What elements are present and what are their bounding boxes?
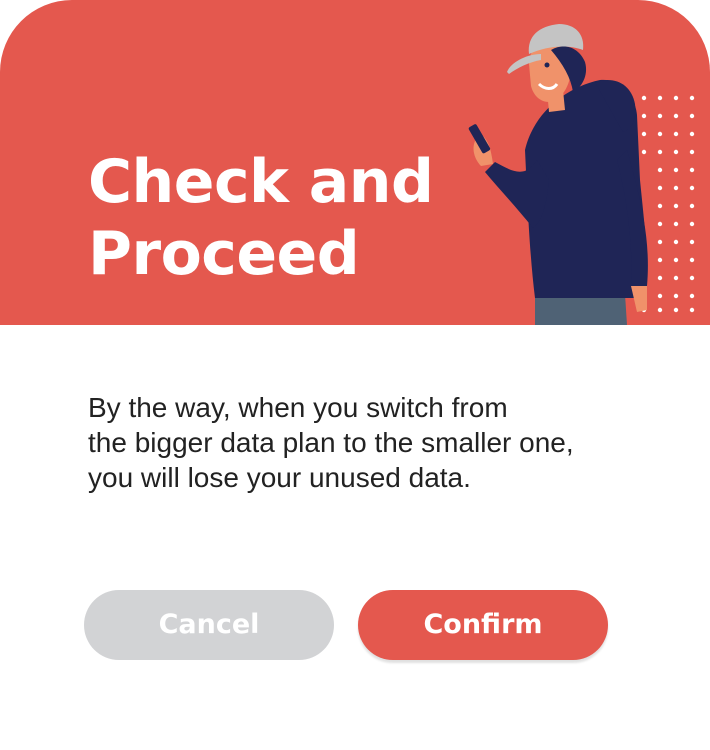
eye [544, 62, 550, 68]
dialog-message-line-3: you will lose your unused data. [88, 462, 471, 493]
jeans [535, 294, 627, 325]
dialog-message-line-2: the bigger data plan to the smaller one, [88, 427, 574, 458]
confirmation-dialog: Check and Proceed By the way, when you s… [0, 0, 710, 750]
confirm-button[interactable]: Confirm [358, 590, 608, 660]
dialog-header: Check and Proceed [0, 0, 710, 325]
left-arm [485, 160, 549, 228]
cancel-button[interactable]: Cancel [84, 590, 334, 660]
dialog-title-line-2: Proceed [88, 219, 360, 289]
dialog-message: By the way, when you switch from the big… [88, 390, 648, 495]
person-with-phone-illustration [468, 24, 695, 325]
dialog-message-line-1: By the way, when you switch from [88, 392, 508, 423]
dialog-title-line-1: Check and [88, 147, 434, 217]
dialog-title: Check and Proceed [88, 146, 468, 290]
right-hand [631, 286, 647, 312]
